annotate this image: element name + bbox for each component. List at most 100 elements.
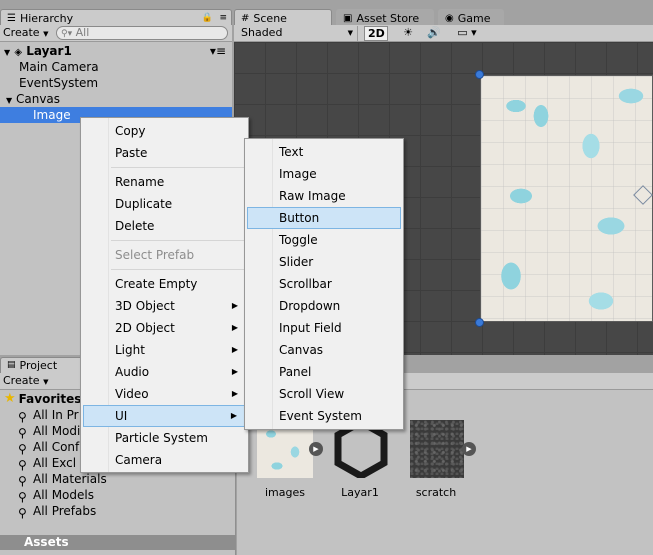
menu-item-copy[interactable]: Copy bbox=[83, 120, 246, 142]
menu-item-delete[interactable]: Delete bbox=[83, 215, 246, 237]
texture-thumbnail bbox=[410, 420, 464, 478]
submenu-item-raw-image[interactable]: Raw Image bbox=[247, 185, 401, 207]
search-filter-icon: ⚲ bbox=[18, 474, 27, 488]
search-placeholder: All bbox=[75, 26, 90, 39]
lighting-toggle-icon[interactable]: ☀ bbox=[398, 26, 418, 41]
favorite-item[interactable]: ⚲ All Prefabs bbox=[18, 503, 96, 520]
search-icon: ⚲▾ bbox=[61, 29, 73, 39]
menu-item-label: Duplicate bbox=[115, 197, 173, 211]
create-label: Create bbox=[3, 374, 40, 387]
scene-menu-icon[interactable]: ▾≡ bbox=[210, 43, 226, 59]
menu-item-rename[interactable]: Rename bbox=[83, 171, 246, 193]
tab-project-label: Project bbox=[19, 359, 58, 372]
scene-image-object[interactable] bbox=[480, 75, 653, 322]
menu-item-label: Paste bbox=[115, 146, 148, 160]
favorite-label: All Modi bbox=[33, 424, 81, 438]
submenu-item-slider[interactable]: Slider bbox=[247, 251, 401, 273]
favorites-label: Favorites bbox=[18, 392, 82, 406]
menu-item-light[interactable]: Light ▶ bbox=[83, 339, 246, 361]
menu-item-label: Light bbox=[115, 343, 145, 357]
rect-handle-top-left[interactable] bbox=[475, 70, 484, 79]
submenu-item-image[interactable]: Image bbox=[247, 163, 401, 185]
expand-play-icon[interactable]: ▶ bbox=[309, 442, 323, 456]
menu-item-label: Select Prefab bbox=[115, 248, 195, 262]
asset-label: scratch bbox=[415, 486, 457, 499]
submenu-item-button[interactable]: Button bbox=[247, 207, 401, 229]
submenu-item-dropdown[interactable]: Dropdown bbox=[247, 295, 401, 317]
menu-item-label: Dropdown bbox=[279, 299, 341, 313]
menu-item-audio[interactable]: Audio ▶ bbox=[83, 361, 246, 383]
scene-name: Layar1 bbox=[26, 44, 72, 58]
submenu-arrow-icon: ▶ bbox=[231, 389, 238, 398]
menu-item-ui[interactable]: UI ▶ bbox=[83, 405, 246, 427]
2d-label: 2D bbox=[368, 27, 385, 40]
submenu-arrow-icon: ▶ bbox=[230, 411, 237, 420]
dropdown-arrow-icon: ▼ bbox=[43, 30, 49, 38]
hierarchy-item-main-camera[interactable]: Main Camera bbox=[0, 59, 232, 75]
submenu-item-event-system[interactable]: Event System bbox=[247, 405, 401, 427]
menu-item-label: Event System bbox=[279, 409, 362, 423]
search-filter-icon: ⚲ bbox=[18, 506, 27, 520]
shading-mode-dropdown[interactable]: Shaded ▼ bbox=[238, 26, 358, 41]
dropdown-arrow-icon: ▼ bbox=[347, 29, 353, 37]
rect-handle-bottom-left[interactable] bbox=[475, 318, 484, 327]
submenu-item-scrollbar[interactable]: Scrollbar bbox=[247, 273, 401, 295]
scene-toolbar: Shaded ▼ 2D ☀ 🔊 ▭ ▾ bbox=[234, 25, 653, 42]
submenu-arrow-icon: ▶ bbox=[231, 301, 238, 310]
menu-item-label: Input Field bbox=[279, 321, 342, 335]
submenu-arrow-icon: ▶ bbox=[231, 323, 238, 332]
favorite-item[interactable]: ⚲ All Conf bbox=[18, 439, 79, 456]
menu-item-2d-object[interactable]: 2D Object ▶ bbox=[83, 317, 246, 339]
expand-play-icon[interactable]: ▶ bbox=[462, 442, 476, 456]
menu-separator bbox=[111, 269, 246, 270]
menu-item-label: Create Empty bbox=[115, 277, 198, 291]
project-create-button[interactable]: Create ▼ bbox=[0, 374, 51, 389]
audio-toggle-icon[interactable]: 🔊 bbox=[424, 26, 444, 41]
menu-item-label: Slider bbox=[279, 255, 314, 269]
menu-item-select-prefab: Select Prefab bbox=[83, 244, 246, 266]
submenu-item-input-field[interactable]: Input Field bbox=[247, 317, 401, 339]
menu-item-paste[interactable]: Paste bbox=[83, 142, 246, 164]
menu-item-label: Scroll View bbox=[279, 387, 345, 401]
favorite-item[interactable]: ⚲ All Modi bbox=[18, 423, 81, 440]
favorites-header[interactable]: ★ Favorites bbox=[4, 391, 81, 407]
hierarchy-item-eventsystem[interactable]: EventSystem bbox=[0, 75, 232, 91]
favorite-item[interactable]: ⚲ All In Pr bbox=[18, 407, 79, 424]
menu-item-label: Canvas bbox=[279, 343, 324, 357]
favorite-label: All Excl bbox=[33, 456, 77, 470]
ui-submenu: Text Image Raw Image Button Toggle Slide… bbox=[244, 138, 404, 430]
search-filter-icon: ⚲ bbox=[18, 442, 27, 456]
submenu-item-toggle[interactable]: Toggle bbox=[247, 229, 401, 251]
hierarchy-item-canvas[interactable]: ▼ Canvas bbox=[0, 91, 232, 107]
2d-toggle-button[interactable]: 2D bbox=[364, 26, 388, 41]
menu-item-camera[interactable]: Camera bbox=[83, 449, 246, 471]
submenu-item-panel[interactable]: Panel bbox=[247, 361, 401, 383]
scene-root[interactable]: ▼ ◈ Layar1 ▾≡ bbox=[0, 43, 232, 59]
search-filter-icon: ⚲ bbox=[18, 490, 27, 504]
item-label: Image bbox=[33, 108, 71, 122]
menu-item-create-empty[interactable]: Create Empty bbox=[83, 273, 246, 295]
favorite-item[interactable]: ⚲ All Excl bbox=[18, 455, 77, 472]
menu-item-video[interactable]: Video ▶ bbox=[83, 383, 246, 405]
menu-item-label: Delete bbox=[115, 219, 155, 233]
submenu-arrow-icon: ▶ bbox=[231, 367, 238, 376]
menu-item-label: Toggle bbox=[279, 233, 318, 247]
submenu-item-text[interactable]: Text bbox=[247, 141, 401, 163]
favorite-item[interactable]: ⚲ All Materials bbox=[18, 471, 107, 488]
submenu-item-canvas[interactable]: Canvas bbox=[247, 339, 401, 361]
menu-item-3d-object[interactable]: 3D Object ▶ bbox=[83, 295, 246, 317]
assets-folder-header[interactable]: Assets bbox=[0, 535, 236, 550]
favorite-item[interactable]: ⚲ All Models bbox=[18, 487, 94, 504]
menu-item-label: Rename bbox=[115, 175, 165, 189]
hierarchy-create-button[interactable]: Create ▼ bbox=[0, 26, 51, 41]
menu-item-label: Image bbox=[279, 167, 317, 181]
effects-dropdown-icon[interactable]: ▭ ▾ bbox=[452, 26, 482, 41]
menu-item-duplicate[interactable]: Duplicate bbox=[83, 193, 246, 215]
menu-item-label: Raw Image bbox=[279, 189, 346, 203]
menu-item-particle-system[interactable]: Particle System bbox=[83, 427, 246, 449]
menu-separator bbox=[111, 167, 246, 168]
menu-item-label: Scrollbar bbox=[279, 277, 332, 291]
hierarchy-search-input[interactable]: ⚲▾ All bbox=[56, 26, 228, 40]
assets-label: Assets bbox=[24, 535, 69, 549]
submenu-item-scroll-view[interactable]: Scroll View bbox=[247, 383, 401, 405]
